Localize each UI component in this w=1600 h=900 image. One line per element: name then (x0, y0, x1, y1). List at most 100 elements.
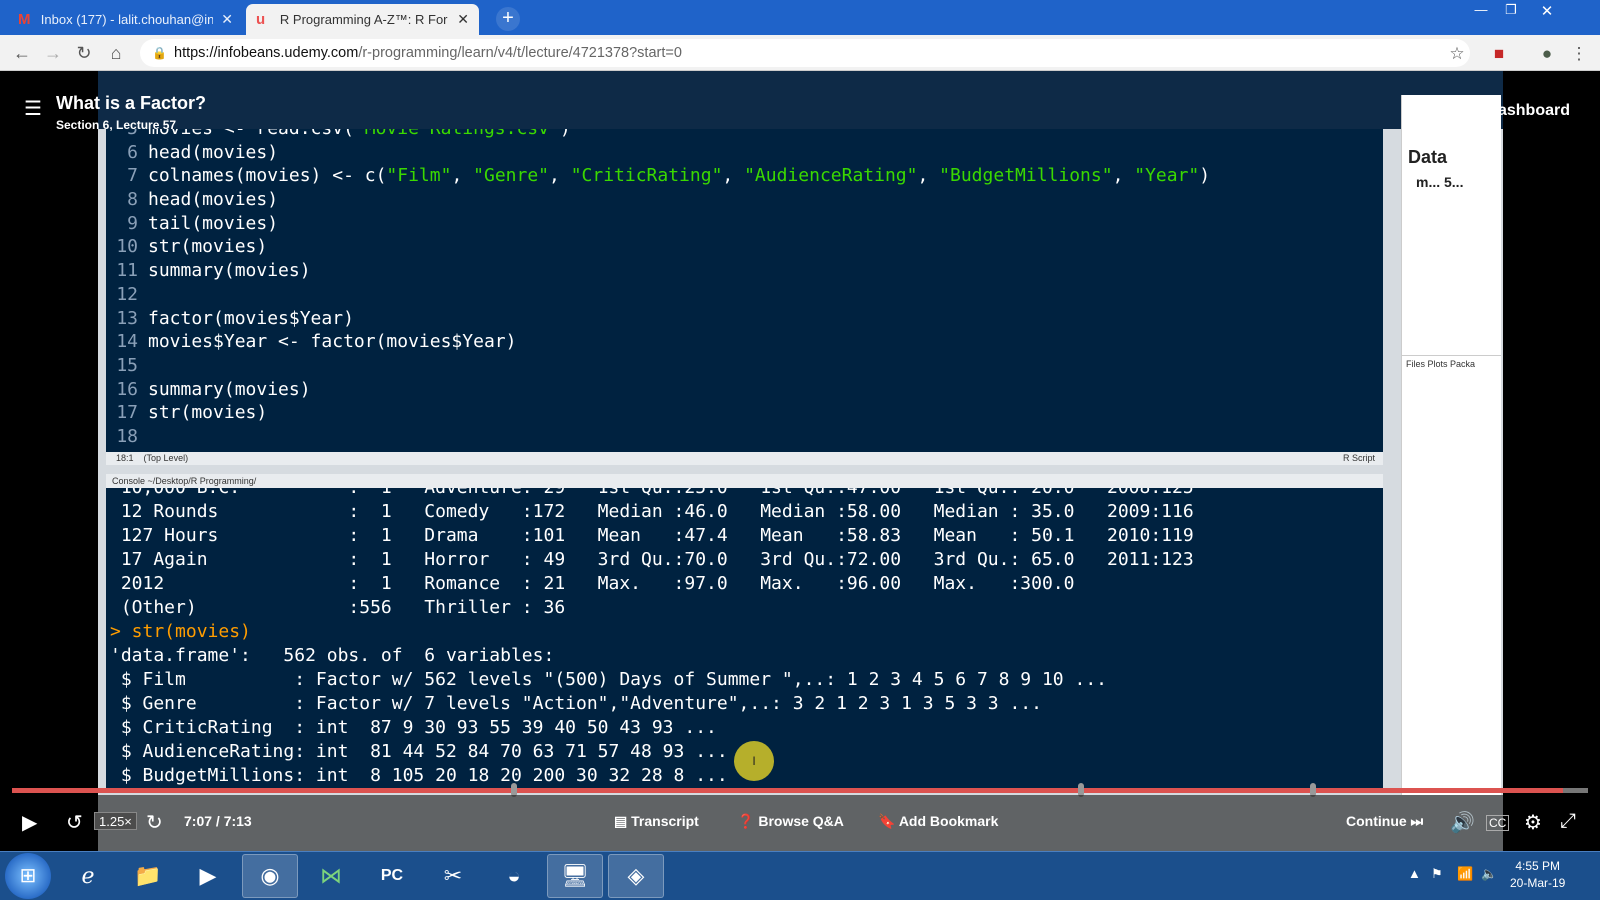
bookmark-icon: 🔖 (878, 813, 899, 829)
udemy-icon: u (256, 11, 266, 28)
editor-line: 10 str(movies) (106, 235, 1383, 259)
rstudio-toolbar (98, 71, 1503, 129)
line-number: 11 (116, 260, 138, 282)
flag-icon[interactable]: ⚑ (1431, 866, 1443, 882)
editor-line: 15 (106, 354, 1383, 378)
code-text: head(movies) (148, 141, 279, 163)
player-controls: ▶ ↺ 1.25× ↻ 7:07 / 7:13 ▤ Transcript ❓ B… (0, 795, 1600, 851)
home-icon[interactable]: ⌂ (104, 41, 128, 65)
file-explorer-icon[interactable]: 📁 (120, 854, 176, 898)
line-number: 7 (127, 165, 138, 187)
forward-icon[interactable]: → (41, 41, 65, 65)
time-display: 7:07 / 7:13 (184, 813, 252, 829)
tab-label: Inbox (177) - lalit.chouhan@info (40, 12, 214, 27)
add-bookmark-label: Add Bookmark (898, 813, 999, 829)
line-number: 12 (116, 283, 138, 305)
editor-line: 6 head(movies) (106, 141, 1383, 165)
question-icon: ❓ (737, 813, 759, 829)
rstudio-editor: 5movies <- read.csv("Movie Ratings.csv")… (106, 129, 1383, 452)
console-output-line: $ CriticRating : int 87 9 30 93 55 39 40… (110, 717, 717, 738)
editor-status-bar: 18:1 (Top Level) R Script (106, 452, 1383, 465)
environment-panel: Data m... 5... Files Plots Packa (1401, 95, 1501, 795)
tray-expand-icon[interactable]: ▲ (1408, 866, 1421, 881)
console-output-line: (Other) :556 Thriller : 36 (110, 597, 566, 618)
chrome-icon[interactable]: ◉ (242, 854, 298, 898)
skip-next-icon: ⏭ (1410, 813, 1424, 829)
continue-button[interactable]: Continue ⏭ (1346, 813, 1423, 830)
address-bar[interactable]: 🔒 https://infobeans.udemy.com/r-programmi… (140, 39, 1470, 67)
system-clock[interactable]: 4:55 PM 20-Mar-19 (1510, 858, 1565, 892)
rewind-icon[interactable]: ↺ (66, 810, 83, 835)
forward-icon[interactable]: ↻ (146, 810, 163, 835)
ie-icon[interactable]: ℯ (60, 854, 116, 898)
media-player-icon[interactable]: ▶ (180, 854, 236, 898)
editor-line: 12 (106, 283, 1383, 307)
transcript-icon: ▤ (614, 813, 632, 829)
playback-speed[interactable]: 1.25× (94, 812, 137, 830)
pycharm-icon[interactable]: PC (364, 854, 420, 898)
start-button[interactable]: ⊞ (5, 853, 51, 899)
editor-line: 18 (106, 425, 1383, 449)
play-icon[interactable]: ▶ (22, 810, 37, 835)
console-output-line: 'data.frame': 562 obs. of 6 variables: (110, 645, 555, 666)
avatar[interactable]: ● (1536, 43, 1558, 65)
lecture-title: What is a Factor? (56, 93, 207, 113)
code-text: movies$Year <- factor(movies$Year) (148, 331, 517, 353)
video-frame: 5movies <- read.csv("Movie Ratings.csv")… (98, 71, 1503, 851)
editor-line: 11 summary(movies) (106, 259, 1383, 283)
code-text: colnames(movies) <- c("Film", "Genre", "… (148, 165, 1211, 187)
files-plots-tabs: Files Plots Packa (1402, 355, 1501, 372)
transcript-button[interactable]: ▤ Transcript (614, 813, 699, 830)
lock-icon: 🔒 (152, 46, 167, 60)
url-host: https://infobeans.udemy.com (174, 45, 359, 61)
volume-icon[interactable]: 🔊 (1450, 810, 1475, 835)
code-text: movies <- read.csv("Movie Ratings.csv") (148, 129, 571, 141)
back-icon[interactable]: ← (10, 41, 34, 65)
menu-dots-icon[interactable]: ⋮ (1568, 43, 1590, 65)
network-icon[interactable]: 📶 (1457, 866, 1473, 882)
tools-icon[interactable]: ✂ (425, 854, 481, 898)
close-icon[interactable]: ✕ (221, 11, 233, 28)
browse-qa-button[interactable]: ❓ Browse Q&A (737, 813, 844, 830)
gmail-icon: M (18, 11, 31, 28)
settings-gear-icon[interactable]: ⚙ (1524, 810, 1542, 835)
reload-icon[interactable]: ↻ (72, 41, 96, 65)
menu-icon[interactable]: ☰ (24, 96, 42, 121)
line-number: 17 (116, 402, 138, 424)
remote-desktop-icon[interactable]: 🖥 (547, 854, 603, 898)
editor-line: 13 factor(movies$Year) (106, 307, 1383, 331)
line-number: 13 (116, 307, 138, 329)
line-number: 6 (127, 141, 138, 163)
line-number: 14 (116, 331, 138, 353)
line-number: 16 (116, 378, 138, 400)
go-to-dashboard-link[interactable]: Go to Dashboard (1440, 102, 1570, 120)
editor-line: 8 head(movies) (106, 188, 1383, 212)
console-output-line: 10,000 B.C. : 1 Adventure: 29 1st Qu.:25… (110, 488, 1383, 500)
visual-studio-icon[interactable]: ⋈ (303, 854, 359, 898)
code-text: str(movies) (148, 236, 268, 258)
virtualbox-icon[interactable]: ◈ (608, 854, 664, 898)
mouse-cursor-highlight: I (734, 741, 774, 781)
bookmark-star-icon[interactable]: ☆ (1446, 43, 1468, 65)
new-tab-button[interactable]: + (496, 7, 520, 31)
speaker-icon[interactable]: 🔈 (1481, 866, 1497, 882)
line-number: 10 (116, 236, 138, 258)
clock-time: 4:55 PM (1515, 859, 1561, 873)
minimize-icon[interactable]: — (1466, 2, 1496, 17)
captions-icon[interactable]: CC (1486, 815, 1510, 831)
console-output-line: 127 Hours : 1 Drama :101 Mean :47.4 Mean… (110, 525, 1194, 546)
extension-icon[interactable]: ■ (1488, 43, 1510, 65)
progress-bar[interactable] (12, 788, 1588, 793)
close-icon[interactable]: ✕ (457, 11, 469, 28)
console-output-line: 17 Again : 1 Horror : 49 3rd Qu.:70.0 3r… (110, 549, 1194, 570)
fullscreen-icon[interactable]: ⤢ (1560, 810, 1576, 833)
close-window-icon[interactable]: ✕ (1532, 2, 1562, 20)
restore-icon[interactable]: ❐ (1496, 2, 1526, 18)
video-player[interactable]: 5movies <- read.csv("Movie Ratings.csv")… (0, 71, 1600, 851)
tab-udemy[interactable]: u R Programming A-Z™: R For Dat ✕ (246, 4, 479, 35)
add-bookmark-button[interactable]: 🔖 Add Bookmark (878, 813, 998, 830)
eclipse-icon[interactable]: ◒ (486, 854, 542, 898)
tab-label: R Programming A-Z™: R For Dat (279, 12, 449, 27)
tab-gmail[interactable]: M Inbox (177) - lalit.chouhan@info ✕ (8, 4, 243, 35)
url-path: /r-programming/learn/v4/t/lecture/472137… (358, 45, 682, 61)
